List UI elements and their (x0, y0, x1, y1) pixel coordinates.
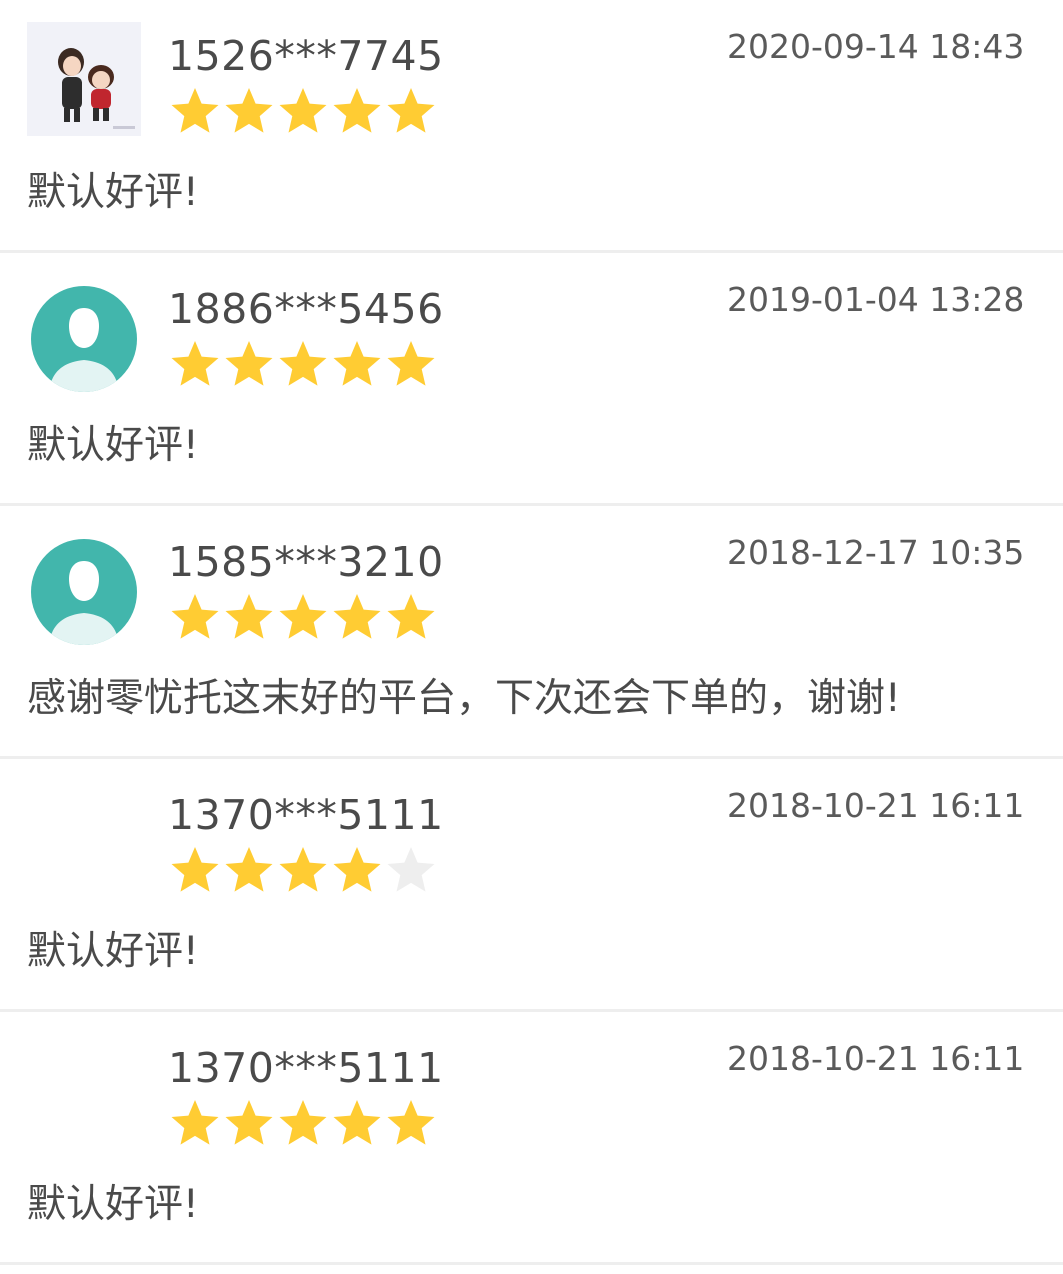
star-filled-icon (168, 1096, 222, 1150)
default-user-icon (49, 561, 119, 645)
review-date: 2019-01-04 13:28 (727, 280, 1025, 319)
review-item[interactable]: 1370***5111 2018-10-21 16:11 默认好评! (0, 1012, 1063, 1265)
star-filled-icon (168, 590, 222, 644)
star-filled-icon (276, 843, 330, 897)
star-empty-icon (384, 843, 438, 897)
photo-avatar-icon (27, 22, 141, 136)
avatar[interactable] (31, 286, 137, 392)
star-rating (168, 590, 438, 644)
star-rating (168, 843, 438, 897)
review-item[interactable]: 1370***5111 2018-10-21 16:11 默认好评! (0, 759, 1063, 1012)
star-filled-icon (222, 590, 276, 644)
username: 1526***7745 (168, 32, 444, 80)
review-comment: 默认好评! (27, 929, 199, 974)
review-date: 2018-10-21 16:11 (727, 786, 1025, 825)
username: 1886***5456 (168, 285, 444, 333)
username: 1370***5111 (168, 1044, 444, 1092)
star-filled-icon (276, 590, 330, 644)
star-rating (168, 1096, 438, 1150)
star-filled-icon (222, 1096, 276, 1150)
star-filled-icon (384, 84, 438, 138)
star-rating (168, 337, 438, 391)
star-filled-icon (330, 337, 384, 391)
avatar[interactable] (27, 1034, 141, 1148)
star-filled-icon (330, 843, 384, 897)
review-item[interactable]: 1886***5456 2019-01-04 13:28 默认好评! (0, 253, 1063, 506)
username: 1585***3210 (168, 538, 444, 586)
star-filled-icon (330, 84, 384, 138)
star-filled-icon (384, 590, 438, 644)
star-filled-icon (168, 337, 222, 391)
star-filled-icon (222, 337, 276, 391)
review-date: 2018-10-21 16:11 (727, 1039, 1025, 1078)
star-rating (168, 84, 438, 138)
review-comment: 感谢零忧托这末好的平台，下次还会下单的，谢谢! (27, 676, 901, 721)
star-filled-icon (168, 843, 222, 897)
review-date: 2018-12-17 10:35 (727, 533, 1025, 572)
star-filled-icon (384, 1096, 438, 1150)
star-filled-icon (384, 337, 438, 391)
username: 1370***5111 (168, 791, 444, 839)
star-filled-icon (330, 590, 384, 644)
review-item[interactable]: 1526***7745 2020-09-14 18:43 默认好评! (0, 0, 1063, 253)
star-filled-icon (276, 337, 330, 391)
review-item[interactable]: 1585***3210 2018-12-17 10:35 感谢零忧托这末好的平台… (0, 506, 1063, 759)
default-user-icon (49, 308, 119, 392)
avatar[interactable] (27, 781, 141, 895)
review-comment: 默认好评! (27, 423, 199, 468)
star-filled-icon (222, 84, 276, 138)
star-filled-icon (276, 84, 330, 138)
star-filled-icon (330, 1096, 384, 1150)
star-filled-icon (168, 84, 222, 138)
star-filled-icon (276, 1096, 330, 1150)
review-date: 2020-09-14 18:43 (727, 27, 1025, 66)
review-list: 1526***7745 2020-09-14 18:43 默认好评! 1886*… (0, 0, 1063, 1274)
review-comment: 默认好评! (27, 1182, 199, 1227)
star-filled-icon (222, 843, 276, 897)
review-comment: 默认好评! (27, 170, 199, 215)
avatar[interactable] (27, 22, 141, 136)
avatar[interactable] (31, 539, 137, 645)
